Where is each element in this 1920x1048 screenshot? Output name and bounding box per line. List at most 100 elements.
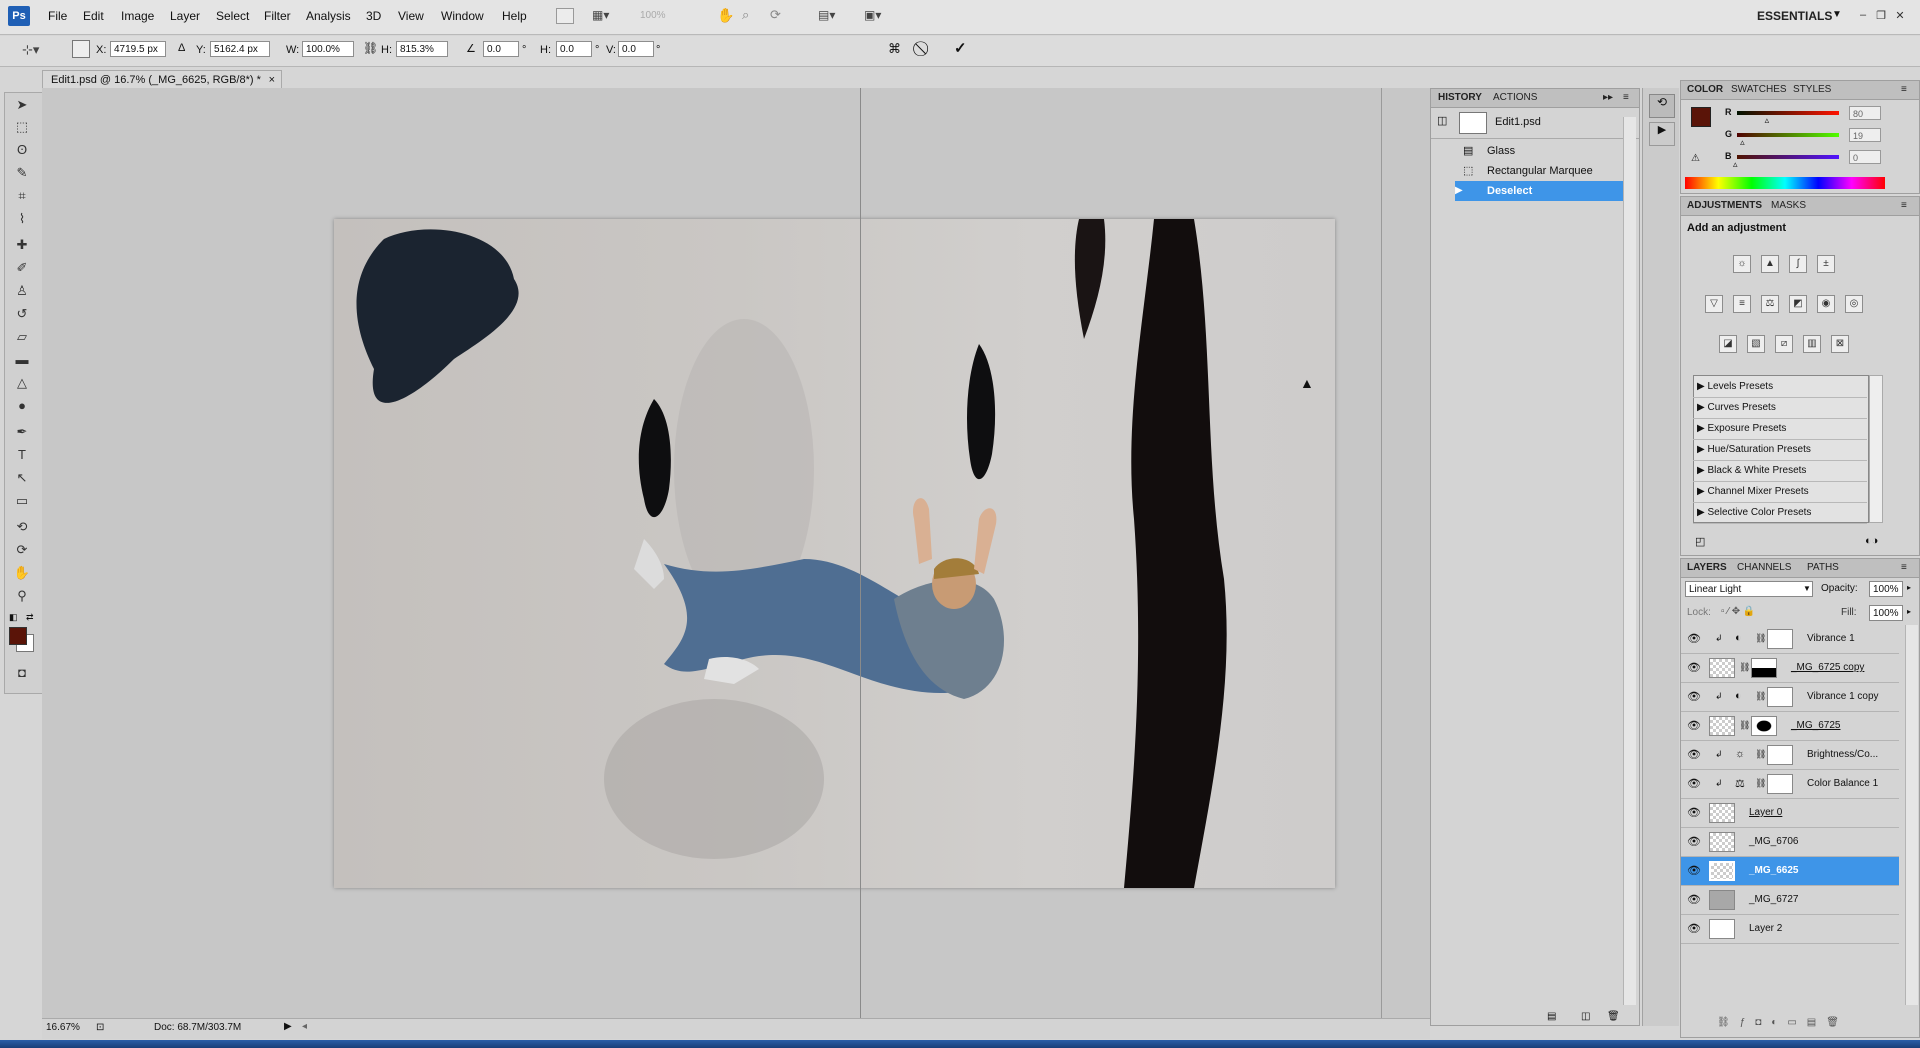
menu-3d[interactable]: 3D [366,9,381,23]
menu-file[interactable]: File [48,9,67,23]
panel-menu-icon[interactable]: ≡ [1901,200,1907,211]
restore-icon[interactable]: ❐ [1874,9,1888,22]
dodge-tool-icon[interactable]: ● [12,397,32,415]
layer-mask-thumbnail[interactable] [1767,687,1793,707]
layer-thumbnail[interactable] [1709,832,1735,852]
visibility-eye-icon[interactable]: 👁 [1687,690,1701,703]
reference-point-icon[interactable] [72,40,90,58]
vskew-field[interactable]: 0.0 [618,41,654,57]
menu-edit[interactable]: Edit [83,9,104,23]
width-field[interactable]: 100.0% [302,41,354,57]
brush-tool-icon[interactable]: ✐ [12,259,32,277]
document-image[interactable] [334,219,1335,888]
3d-rotate-tool-icon[interactable]: ⟲ [12,518,32,536]
tab-actions[interactable]: ACTIONS [1493,92,1537,103]
r-value-field[interactable]: 80 [1849,106,1881,120]
preset-item[interactable]: ▶ Exposure Presets [1693,419,1867,440]
layer-row[interactable]: 👁 _MG_6727 [1681,886,1899,915]
y-field[interactable]: 5162.4 px [210,41,270,57]
zoom-percentage[interactable]: 16.67% [46,1022,80,1033]
delete-state-icon[interactable]: 🗑 [1607,1011,1620,1022]
panel-menu-icon[interactable]: ≡ [1901,84,1907,95]
channel-mixer-icon[interactable]: ◎ [1845,295,1863,313]
snapshot-thumbnail[interactable] [1459,112,1487,134]
layer-row[interactable]: 👁 ↲ ☼ ⛓ Brightness/Co... [1681,741,1899,770]
angle-field[interactable]: 0.0 [483,41,519,57]
preset-item[interactable]: ▶ Curves Presets [1693,398,1867,419]
b-value-field[interactable]: 0 [1849,150,1881,164]
height-field[interactable]: 815.3% [396,41,448,57]
tab-paths[interactable]: PATHS [1807,562,1839,573]
arrange-documents-icon[interactable]: ▤▾ [818,8,835,22]
move-tool-preset-icon[interactable]: ⊹▾ [22,42,39,58]
curves-icon[interactable]: ∫ [1789,255,1807,273]
close-document-icon[interactable]: × [269,71,275,89]
workspace-dropdown-icon[interactable]: ▼ [1832,9,1842,20]
snapshot-name[interactable]: Edit1.psd [1495,116,1541,128]
threshold-icon[interactable]: ⧄ [1775,335,1793,353]
menu-layer[interactable]: Layer [170,9,200,23]
color-balance-icon[interactable]: ⚖ [1761,295,1779,313]
document-size-info[interactable]: Doc: 68.7M/303.7M [154,1022,241,1033]
r-slider[interactable] [1737,111,1839,115]
presets-scrollbar[interactable] [1869,375,1883,523]
zoom-level-box[interactable]: 100% [640,10,666,21]
layer-mask-thumbnail[interactable] [1751,716,1777,736]
gradient-tool-icon[interactable]: ▬ [12,351,32,369]
opacity-field[interactable]: 100% [1869,581,1903,597]
layers-footer-icons[interactable]: ⛓ƒ◘◐▭▤🗑 [1717,1017,1849,1028]
close-icon[interactable]: ✕ [1893,9,1907,22]
menu-window[interactable]: Window [441,9,484,23]
new-snapshot-icon[interactable]: ◫ [1581,1011,1590,1022]
layer-row[interactable]: 👁 ↲ ⚖ ⛓ Color Balance 1 [1681,770,1899,799]
new-document-from-state-icon[interactable]: ▤ [1547,1011,1556,1022]
tab-channels[interactable]: CHANNELS [1737,562,1791,573]
visibility-eye-icon[interactable]: 👁 [1687,719,1701,732]
panel-menu-icon[interactable]: ≡ [1623,92,1629,103]
layer-thumbnail[interactable] [1709,861,1735,881]
lasso-tool-icon[interactable]: ʘ [12,141,32,159]
visibility-eye-icon[interactable]: 👁 [1687,893,1701,906]
visibility-eye-icon[interactable]: 👁 [1687,661,1701,674]
status-icon[interactable]: ⊡ [96,1022,104,1033]
tab-masks[interactable]: MASKS [1771,200,1806,211]
visibility-eye-icon[interactable]: 👁 [1687,806,1701,819]
layer-mask-thumbnail[interactable] [1767,745,1793,765]
history-item[interactable]: ⬚ Rectangular Marquee [1431,161,1627,181]
layer-thumbnail[interactable] [1709,716,1735,736]
layer-row[interactable]: 👁 Layer 0 [1681,799,1899,828]
visibility-eye-icon[interactable]: 👁 [1687,835,1701,848]
workspace-switcher[interactable]: ESSENTIALS [1757,9,1832,23]
swap-colors-icon[interactable]: ⇄ [26,612,34,623]
gradient-map-icon[interactable]: ▥ [1803,335,1821,353]
layer-row-selected[interactable]: 👁 _MG_6625 [1681,857,1899,886]
layer-thumbnail[interactable] [1709,803,1735,823]
default-colors-icon[interactable]: ◧ [9,612,18,623]
minimize-icon[interactable]: – [1856,9,1870,21]
snapshot-toggle-icon[interactable]: ◫ [1437,114,1447,127]
rotate-view-icon[interactable]: ⟳ [770,7,781,23]
adjustment-mode-icon[interactable]: ◐◑ [1865,535,1878,547]
layer-row[interactable]: 👁 ⛓ _MG_6725 [1681,712,1899,741]
view-extras-icon[interactable]: ▦▾ [592,8,609,22]
blend-mode-dropdown-icon[interactable]: ▼ [1803,584,1811,593]
g-slider-thumb[interactable]: ▵ [1740,137,1745,148]
marquee-tool-icon[interactable]: ⬚ [12,118,32,136]
black-white-icon[interactable]: ◩ [1789,295,1807,313]
out-of-gamut-warning-icon[interactable]: ⚠ [1691,153,1700,164]
tab-history[interactable]: HISTORY [1438,92,1482,103]
lock-icons[interactable]: ▫ ⁄ ✥ 🔒 [1721,606,1755,617]
exposure-icon[interactable]: ± [1817,255,1835,273]
layer-thumbnail[interactable] [1709,658,1735,678]
tab-layers[interactable]: LAYERS [1687,562,1727,573]
layer-row[interactable]: 👁 Layer 2 [1681,915,1899,944]
crop-tool-icon[interactable]: ⌗ [12,187,32,205]
healing-brush-tool-icon[interactable]: ✚ [12,236,32,254]
blur-tool-icon[interactable]: △ [12,374,32,392]
menu-select[interactable]: Select [216,9,249,23]
type-tool-icon[interactable]: T [12,446,32,464]
r-slider-thumb[interactable]: ▵ [1765,115,1770,126]
tab-styles[interactable]: STYLES [1793,84,1831,95]
visibility-eye-icon[interactable]: 👁 [1687,777,1701,790]
hue-saturation-icon[interactable]: ≡ [1733,295,1751,313]
